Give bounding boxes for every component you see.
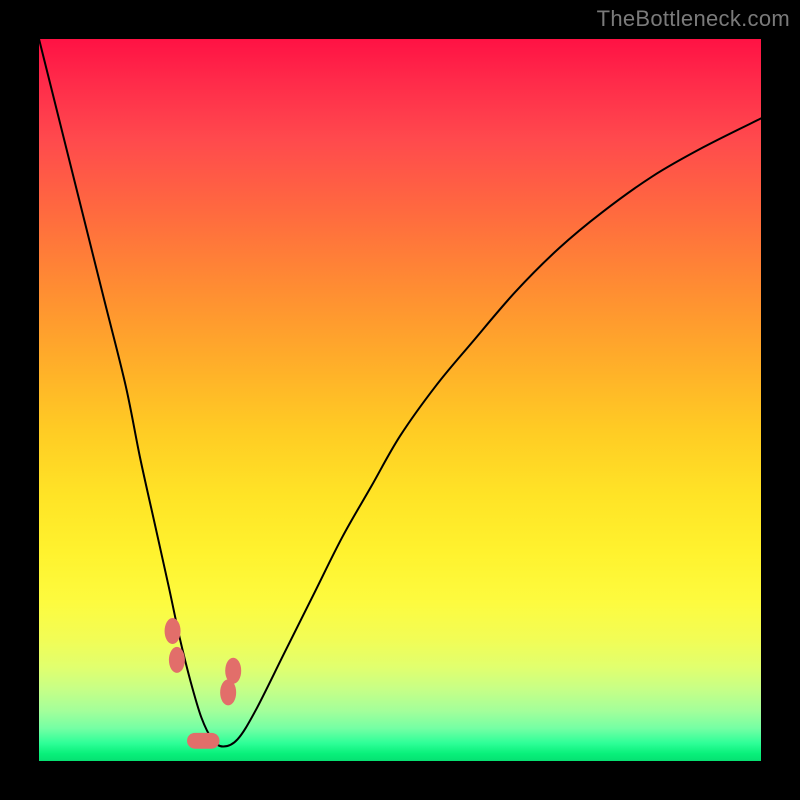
highlight-markers (165, 618, 242, 749)
highlight-dot (165, 618, 181, 644)
bottleneck-curve (39, 39, 761, 761)
curve-path (39, 39, 761, 747)
highlight-dot (169, 647, 185, 673)
highlight-dot (225, 658, 241, 684)
chart-frame: TheBottleneck.com (0, 0, 800, 800)
watermark-text: TheBottleneck.com (597, 6, 790, 32)
highlight-bar (187, 733, 219, 749)
chart-plot-area (39, 39, 761, 761)
